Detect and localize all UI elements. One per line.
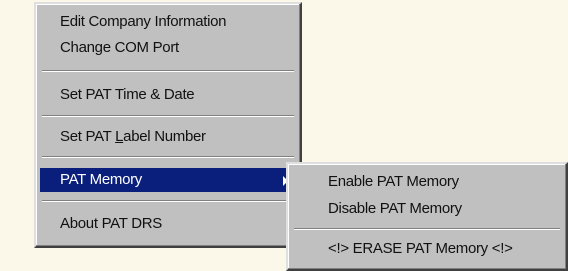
pat-memory-submenu: Enable PAT Memory Disable PAT Memory <!>…	[286, 162, 568, 271]
menu-separator	[42, 156, 294, 158]
menu-item-about-pat-drs[interactable]: About PAT DRS	[40, 212, 296, 236]
menu-item-label: About PAT DRS	[60, 215, 162, 232]
menu-item-label: Disable PAT Memory	[328, 200, 462, 217]
menu-item-label: Edit Company Information	[60, 13, 227, 30]
menu-item-label: <!> ERASE PAT Memory <!>	[328, 240, 513, 257]
menu-item-label-prefix: Set PAT	[60, 128, 116, 145]
menu-item-set-pat-time-date[interactable]: Set PAT Time & Date	[40, 83, 296, 107]
menu-separator	[42, 70, 294, 72]
menu-item-change-com-port[interactable]: Change COM Port	[40, 36, 296, 60]
menu-item-enable-pat-memory[interactable]: Enable PAT Memory	[292, 170, 562, 194]
menu-separator	[42, 200, 294, 202]
menu-item-erase-pat-memory[interactable]: <!> ERASE PAT Memory <!>	[292, 237, 562, 261]
main-menu: Edit Company Information Change COM Port…	[34, 2, 302, 248]
menu-item-disable-pat-memory[interactable]: Disable PAT Memory	[292, 197, 562, 221]
menu-item-edit-company-information[interactable]: Edit Company Information	[40, 10, 296, 34]
menu-item-label: PAT Memory	[60, 171, 143, 188]
menu-item-label: Set PAT Label Number	[60, 128, 206, 145]
menu-item-accelerator-key: L	[115, 128, 124, 145]
menu-item-label: Change COM Port	[60, 39, 179, 56]
menu-item-label-suffix: abel Number	[123, 128, 206, 145]
menu-item-set-pat-label-number[interactable]: Set PAT Label Number	[40, 125, 296, 149]
menu-separator	[294, 228, 560, 230]
menu-item-label: Enable PAT Memory	[328, 173, 459, 190]
menu-item-label: Set PAT Time & Date	[60, 86, 195, 103]
menu-item-pat-memory[interactable]: PAT Memory	[40, 168, 296, 192]
menu-separator	[42, 115, 294, 117]
